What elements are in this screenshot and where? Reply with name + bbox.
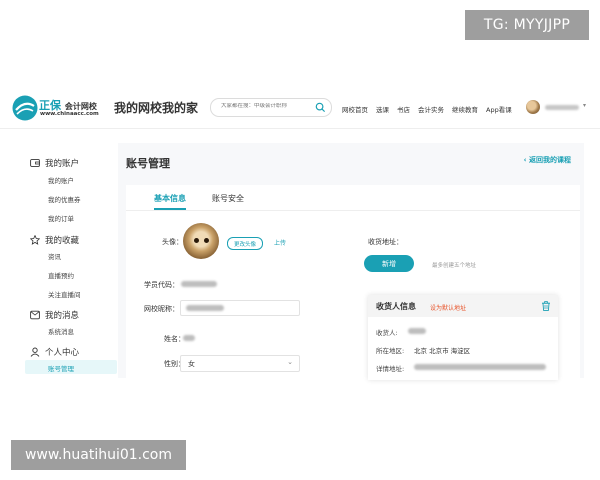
avatar-eye [204,238,209,243]
sidebar-item-live-booking[interactable]: 直播预约 [48,270,74,280]
change-avatar-button[interactable]: 更改头像 [227,237,263,250]
sidebar-group-favorites[interactable]: 我的收藏 [30,234,79,246]
sidebar-group-label: 个人中心 [45,348,80,358]
user-avatar-large[interactable] [183,223,219,259]
detail-address-label: 详情地址: [376,365,405,373]
avatar-label: 头像： [162,238,183,246]
chevron-down-icon[interactable]: ▾ [583,102,586,109]
sidebar-item-orders[interactable]: 我的订单 [48,213,74,223]
wallet-icon [30,159,40,167]
account-card: 基本信息 账号安全 头像： 更改头像 上传 学员代码： 网校昵称： 姓名： 性别… [126,185,580,380]
site-title: 我的网校我的家 [114,101,199,115]
sidebar-item-coupons[interactable]: 我的优惠券 [48,194,81,204]
brand-logo-icon[interactable] [11,94,39,122]
sidebar-item-my-account[interactable]: 我的账户 [48,175,74,185]
sidebar-item-label: 账号管理 [48,365,74,373]
nav-courses[interactable]: 选课 [376,104,389,114]
tab-account-security[interactable]: 账号安全 [212,193,244,204]
nav-accounting-practice[interactable]: 会计实务 [418,104,444,114]
receiver-value [408,328,426,334]
receiver-label: 收货人: [376,329,398,337]
user-avatar[interactable] [526,100,540,114]
sidebar-group-label: 我的消息 [45,311,80,321]
address-card-header: 收货人信息 设为默认地址 [368,295,558,317]
sidebar: 我的账户 我的账户 我的优惠券 我的订单 我的收藏 资讯 直播预约 关注直播间 … [16,143,117,378]
trash-icon[interactable] [541,301,551,311]
name-value [183,335,195,341]
nickname-value [186,305,224,311]
chevron-down-icon: ⌄ [287,358,293,366]
nav-home[interactable]: 网校首页 [342,104,368,114]
sidebar-item-system-messages[interactable]: 系统消息 [48,326,74,336]
message-icon [30,310,40,320]
nav-continuing-education[interactable]: 继续教育 [452,104,478,114]
sidebar-group-account[interactable]: 我的账户 [30,157,79,169]
nav-app[interactable]: App看课 [486,104,512,114]
tab-basic-info[interactable]: 基本信息 [154,193,186,204]
sidebar-group-messages[interactable]: 我的消息 [30,309,79,321]
search-input[interactable] [221,103,311,109]
new-address-button[interactable]: 新增 [364,255,414,272]
address-card-title: 收货人信息 [376,302,416,311]
region-label: 所在地区: [376,347,405,355]
watermark-top: TG: MYYJJPP [465,10,589,40]
name-label: 姓名： [164,335,185,343]
search-icon[interactable] [315,102,326,113]
sidebar-group-label: 我的账户 [45,159,80,169]
avatar-eye [194,238,199,243]
sidebar-item-account-management[interactable]: 账号管理 [25,360,117,374]
nickname-label: 网校昵称： [144,305,179,313]
back-to-courses-link[interactable]: ‹ 返回我的课程 [524,155,571,165]
set-default-address-link[interactable]: 设为默认地址 [430,303,466,312]
back-link-label: 返回我的课程 [529,156,571,164]
sidebar-group-label: 我的收藏 [45,236,80,246]
address-limit-hint: 最多创建五个地址 [432,263,477,269]
star-icon [30,235,40,245]
watermark-bottom: www.huatihui01.com [11,440,186,470]
search-box[interactable] [210,98,332,117]
top-nav: 网校首页 选课 书店 会计实务 继续教育 App看课 [342,104,512,114]
detail-address-value [414,364,546,370]
main-content: 账号管理 ‹ 返回我的课程 基本信息 账号安全 头像： 更改头像 上传 学员代码… [118,143,584,380]
brand-url: www.chinaacc.com [40,111,99,117]
gender-select-value: 女 [188,360,195,368]
user-icon [30,347,40,357]
address-card: 收货人信息 设为默认地址 收货人: 所在地区: 北京 北京市 海淀区 详情地址: [368,295,558,380]
brand-name-sub: 会计网校 [64,102,97,111]
gender-select[interactable]: 女 ⌄ [180,355,300,372]
sidebar-group-personal-center[interactable]: 个人中心 [30,346,79,358]
student-code-label: 学员代码： [144,281,179,289]
region-value: 北京 北京市 海淀区 [414,347,471,355]
tab-divider [126,210,580,211]
sidebar-item-news[interactable]: 资讯 [48,251,61,261]
top-header: 正保 会计网校 www.chinaacc.com 我的网校我的家 网校首页 选课… [0,88,600,129]
address-label: 收货地址： [368,238,403,246]
student-code-value [181,281,217,287]
upload-link[interactable]: 上传 [274,238,286,247]
chevron-left-icon: ‹ [523,156,527,164]
page-title: 账号管理 [126,157,170,170]
sidebar-item-followed-live[interactable]: 关注直播间 [48,289,81,299]
user-name-blurred[interactable] [545,105,579,110]
nav-bookstore[interactable]: 书店 [397,104,410,114]
